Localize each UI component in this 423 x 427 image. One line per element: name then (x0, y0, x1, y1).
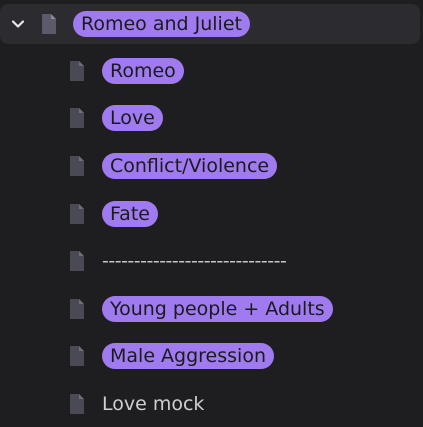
tree-item-label: Fate (102, 201, 158, 227)
tree-item-separator[interactable]: ----------------------------- (0, 243, 423, 279)
tree-item-young-people-adults[interactable]: Young people + Adults (0, 291, 423, 327)
tree-item-fate[interactable]: Fate (0, 196, 423, 232)
document-icon (70, 204, 84, 224)
tree-item-conflict-violence[interactable]: Conflict/Violence (0, 148, 423, 184)
document-icon (70, 108, 84, 128)
tree-item-label: Love (102, 105, 163, 131)
tree-item-romeo[interactable]: Romeo (0, 53, 423, 89)
tree-item-label: Romeo and Juliet (73, 11, 250, 37)
document-icon (70, 299, 84, 319)
tree-item-label: Love mock (102, 393, 205, 415)
document-icon (70, 346, 84, 366)
tree-item-love[interactable]: Love (0, 100, 423, 136)
document-icon (42, 14, 56, 34)
document-icon (70, 251, 84, 271)
tree-item-label: Young people + Adults (102, 296, 333, 322)
tree-item-romeo-and-juliet[interactable]: Romeo and Juliet (0, 4, 420, 44)
document-icon (70, 156, 84, 176)
document-icon (70, 61, 84, 81)
tree-item-label: Conflict/Violence (102, 153, 278, 179)
tree-item-label: Romeo (102, 58, 184, 84)
document-icon (70, 394, 84, 414)
tree-item-love-mock[interactable]: Love mock (0, 386, 423, 422)
page-tree: Romeo and Juliet Romeo Love Conflict/Vio… (0, 0, 423, 427)
chevron-down-icon[interactable] (10, 16, 26, 32)
tree-item-label: ----------------------------- (102, 250, 287, 272)
tree-item-label: Male Aggression (102, 343, 274, 369)
tree-item-male-aggression[interactable]: Male Aggression (0, 338, 423, 374)
